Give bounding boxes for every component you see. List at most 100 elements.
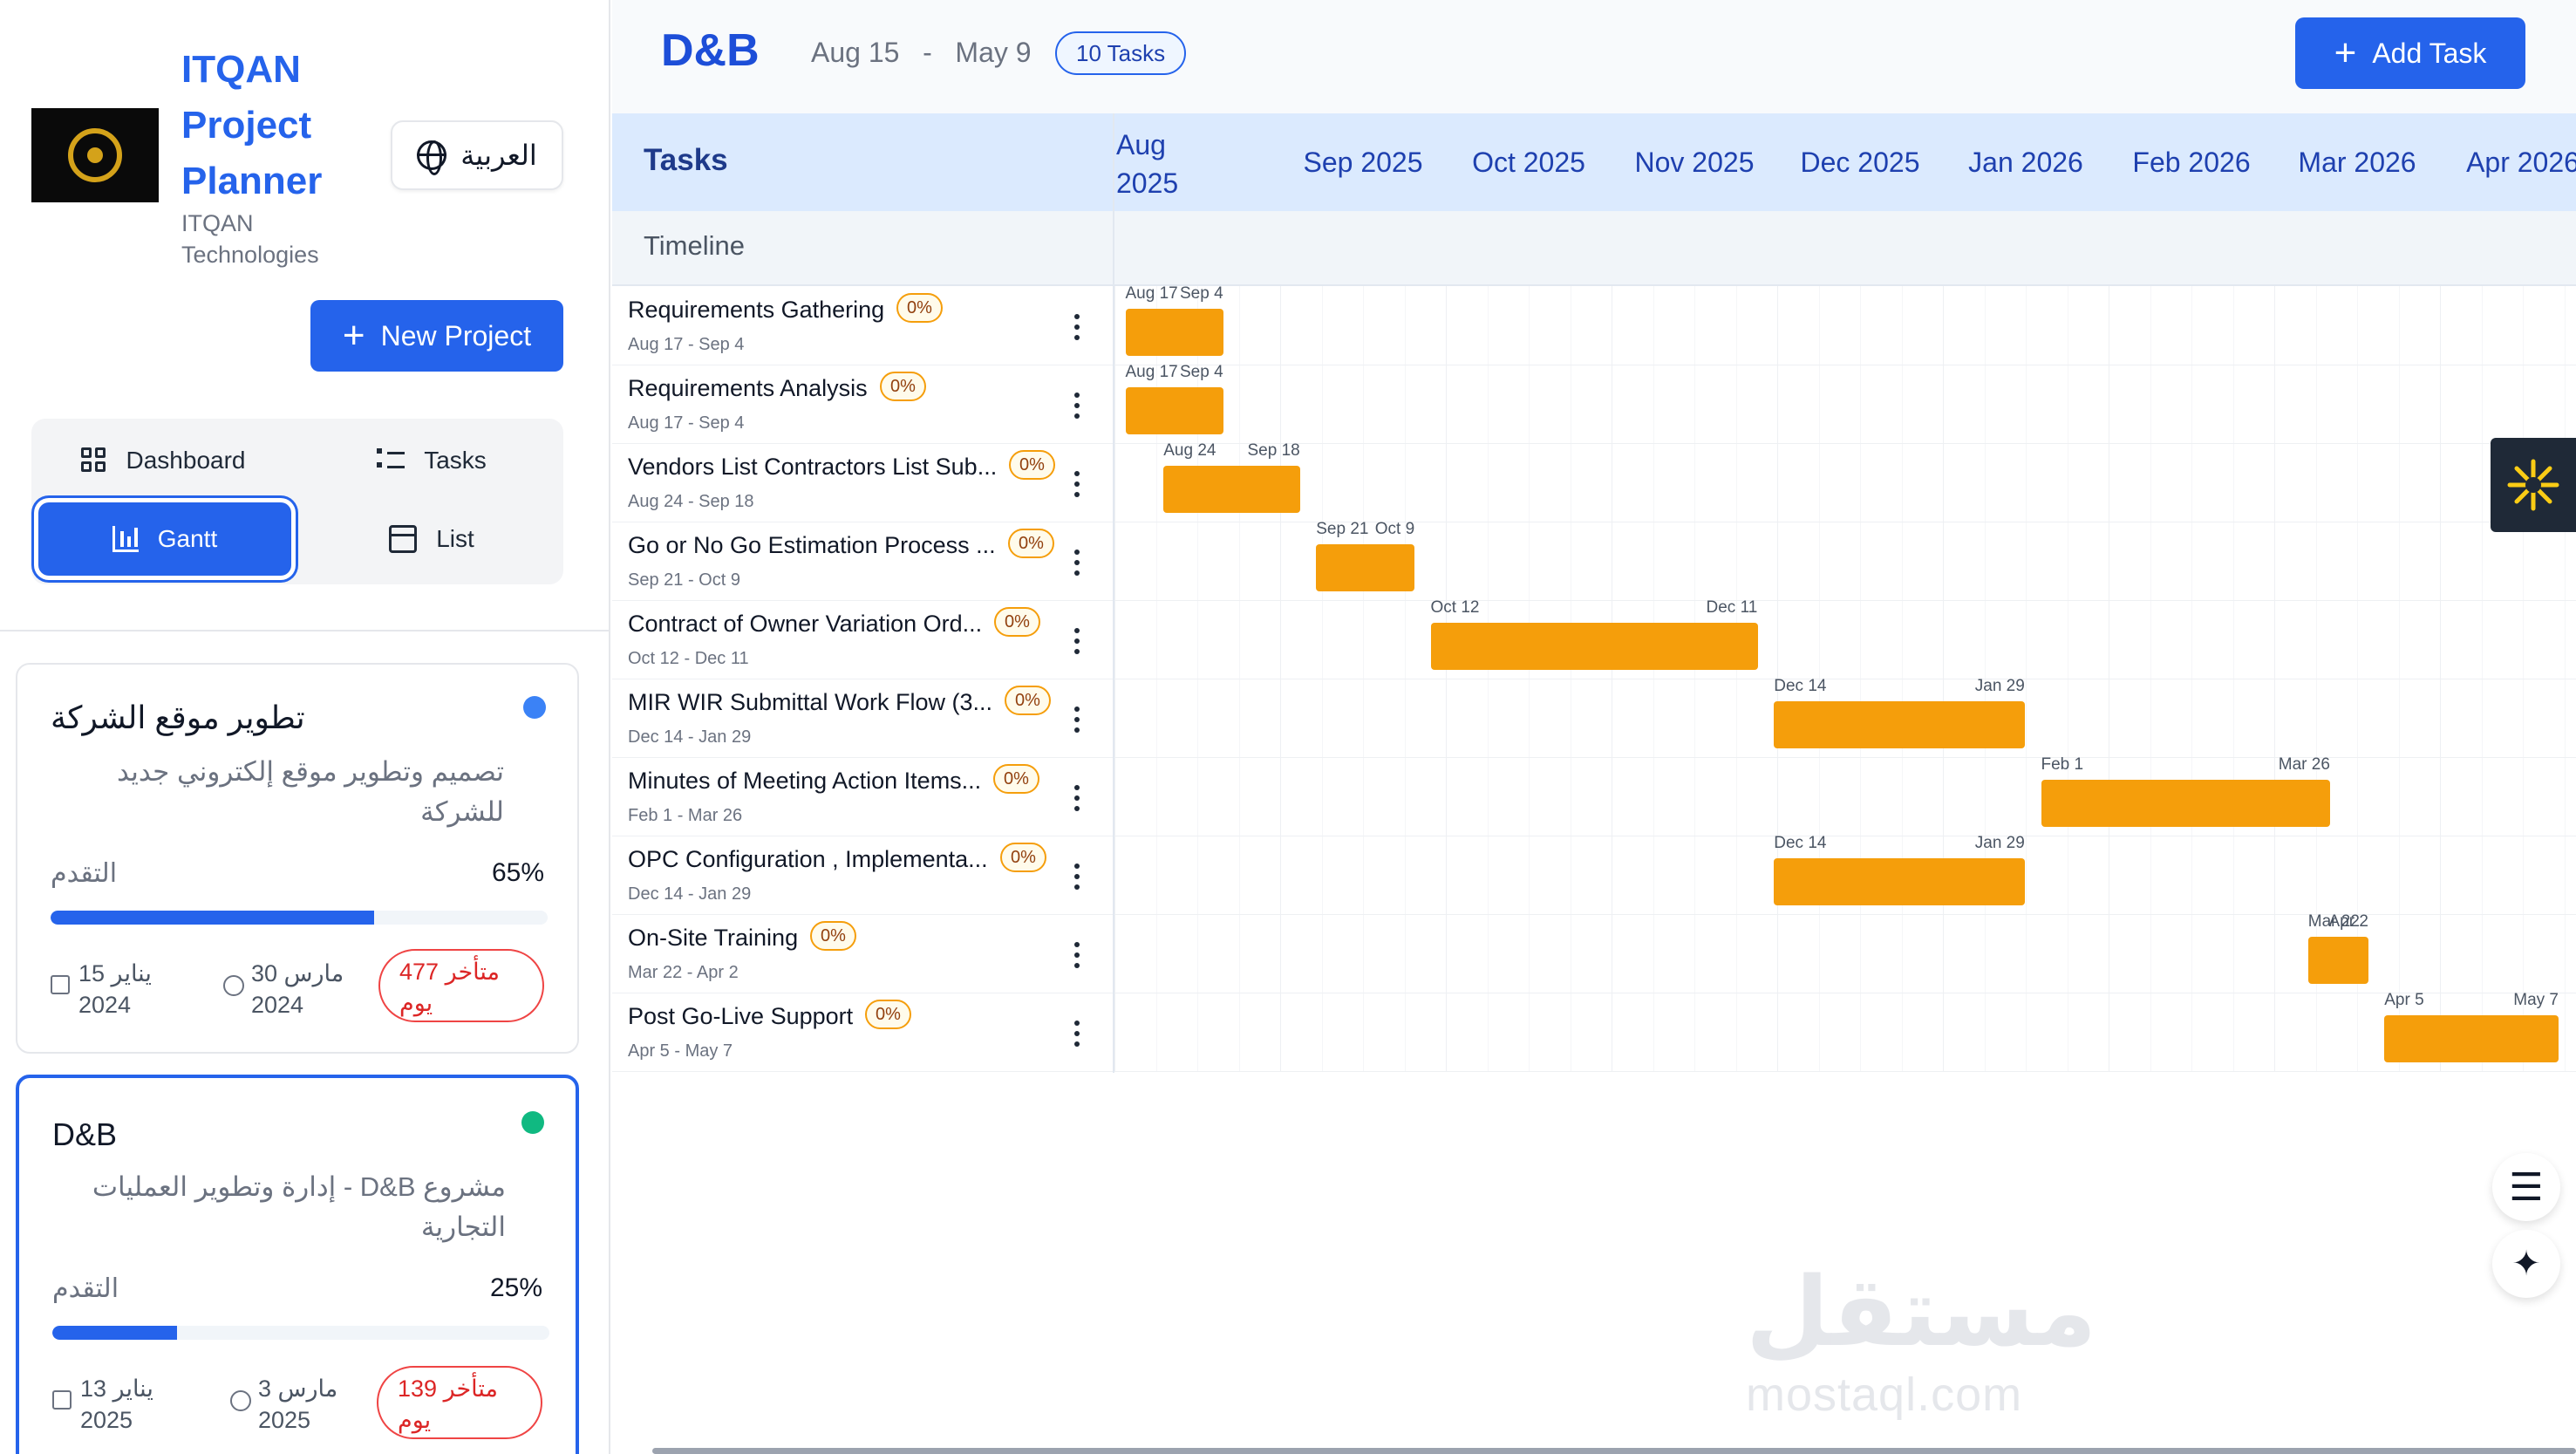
task-name: Vendors List Contractors List Sub... <box>628 454 998 480</box>
month-header: Aug 2025 <box>1116 129 1179 199</box>
horizontal-scrollbar[interactable] <box>652 1448 2576 1454</box>
task-bar[interactable] <box>1430 623 1758 670</box>
language-toggle-button[interactable]: العربية <box>391 120 563 190</box>
add-task-button[interactable]: + Add Task <box>2295 17 2525 89</box>
project-start-date: 13 يناير 2025 <box>80 1373 153 1436</box>
project-start-date: 15 يناير 2024 <box>78 958 152 1021</box>
overdue-line: يوم <box>398 1407 432 1433</box>
project-date-range: Aug 15 - May 9 <box>811 37 1032 68</box>
task-bar[interactable] <box>1125 387 1223 434</box>
clock-icon <box>230 1390 251 1411</box>
project-end-date: 3 مارس 2025 <box>258 1373 337 1436</box>
tasks-icon <box>377 448 405 473</box>
task-row[interactable]: On-Site Training 0% Mar 22 - Apr 2 <box>612 918 1113 996</box>
task-row[interactable]: MIR WIR Submittal Work Flow (3... 0% Dec 1… <box>612 682 1113 761</box>
overdue-badge: 477 متأخر يوم <box>378 949 544 1022</box>
task-row[interactable]: Minutes of Meeting Action Items... 0% Feb … <box>612 761 1113 839</box>
nav-dashboard-label: Dashboard <box>126 447 246 474</box>
task-progress-badge: 0% <box>993 764 1039 794</box>
nav-gantt-label: Gantt <box>157 525 218 552</box>
view-nav: Dashboard Tasks Gantt List <box>31 419 563 584</box>
quote-button[interactable]: ☰ <box>2492 1153 2560 1221</box>
progress-bar-fill <box>51 911 374 925</box>
ai-assist-button[interactable]: ✦ <box>2492 1230 2560 1298</box>
kebab-menu-icon[interactable] <box>1074 1021 1080 1047</box>
app-title-line: Project <box>181 104 312 147</box>
bar-end-label: Sep 4 <box>1180 363 1223 381</box>
bar-end-label: Mar 26 <box>2278 755 2330 774</box>
bar-end-label: May 7 <box>2513 991 2559 1009</box>
bar-start-label: Feb 1 <box>2041 755 2084 774</box>
task-bar[interactable] <box>2041 780 2330 827</box>
gantt-view: D&B Aug 15 - May 9 10 Tasks + Add Task T… <box>612 0 2576 1454</box>
column-divider <box>1113 113 1114 1073</box>
task-dates: Apr 5 - May 7 <box>628 1041 733 1061</box>
task-bar[interactable] <box>2307 937 2368 984</box>
task-bar[interactable] <box>2384 1015 2559 1062</box>
project-card[interactable]: تطوير موقع الشركة تصميم وتطوير موقع إلكت… <box>16 663 579 1054</box>
task-row[interactable]: Contract of Owner Variation Ord... 0% Oct … <box>612 604 1113 682</box>
globe-icon <box>417 140 447 175</box>
bar-start-label: Aug 17 <box>1125 284 1178 303</box>
task-count-badge: 10 Tasks <box>1055 31 1187 75</box>
task-dates: Feb 1 - Mar 26 <box>628 806 743 825</box>
task-bar[interactable] <box>1163 466 1300 513</box>
kebab-menu-icon[interactable] <box>1074 942 1080 968</box>
nav-list[interactable]: List <box>305 502 558 576</box>
kebab-menu-icon[interactable] <box>1074 550 1080 576</box>
tasks-column-header: Tasks <box>644 143 728 177</box>
task-row[interactable]: Requirements Analysis 0% Aug 17 - Sep 4 <box>612 368 1113 447</box>
bar-end-label: Sep 18 <box>1247 441 1300 460</box>
kebab-menu-icon[interactable] <box>1074 471 1080 497</box>
task-bar[interactable] <box>1316 544 1414 591</box>
bar-end-label: Jan 29 <box>1974 834 2025 852</box>
overdue-line: يوم <box>399 990 433 1016</box>
progress-value: 25% <box>489 1273 542 1302</box>
bar-end-label: Oct 9 <box>1374 520 1415 538</box>
task-progress-badge: 0% <box>994 607 1040 637</box>
task-row[interactable]: Requirements Gathering 0% Aug 17 - Sep 4 <box>612 290 1113 368</box>
project-title: D&B <box>52 1116 118 1152</box>
task-bar[interactable] <box>1774 701 2025 748</box>
timeline-label: Timeline <box>644 230 745 261</box>
nav-tasks[interactable]: Tasks <box>305 424 558 497</box>
task-dates: Sep 21 - Oct 9 <box>628 570 740 590</box>
task-bar[interactable] <box>1125 309 1223 356</box>
progress-value: 65% <box>491 858 544 887</box>
task-bar[interactable] <box>1774 858 2025 905</box>
nav-gantt[interactable]: Gantt <box>38 502 291 576</box>
task-row[interactable]: Vendors List Contractors List Sub... 0% Au… <box>612 447 1113 525</box>
plus-icon: + <box>2334 31 2357 74</box>
kebab-menu-icon[interactable] <box>1074 393 1080 419</box>
progress-label: التقدم <box>51 859 118 888</box>
kebab-menu-icon[interactable] <box>1074 314 1080 340</box>
bar-start-label: Aug 24 <box>1163 441 1216 460</box>
kebab-menu-icon[interactable] <box>1074 628 1080 654</box>
new-project-button[interactable]: + New Project <box>310 300 563 372</box>
task-dates: Aug 24 - Sep 18 <box>628 492 754 511</box>
gantt-header: Tasks Aug 2025 Sep 2025 Oct 2025 Nov 2025 De… <box>612 113 2576 211</box>
kebab-menu-icon[interactable] <box>1074 785 1080 811</box>
calendar-icon <box>51 975 70 994</box>
task-row[interactable]: Post Go-Live Support 0% Apr 5 - May 7 <box>612 996 1113 1075</box>
date-line: 2024 <box>78 992 132 1018</box>
month-header: Sep 2025 <box>1303 147 1423 178</box>
nav-tasks-label: Tasks <box>424 447 487 474</box>
task-dates: Dec 14 - Jan 29 <box>628 884 752 904</box>
task-row[interactable]: OPC Configuration , Implementa... 0% Dec 1… <box>612 839 1113 918</box>
nav-dashboard[interactable]: Dashboard <box>37 424 290 497</box>
project-card-selected[interactable]: D&B مشروع D&B - إدارة وتطوير العمليات ال… <box>16 1075 579 1454</box>
bar-start-label: Dec 14 <box>1774 677 1827 695</box>
month-header: Oct 2025 <box>1472 147 1585 178</box>
feedback-widget-button[interactable] <box>2491 438 2576 532</box>
app-title: ITQAN Project Planner <box>181 42 382 209</box>
kebab-menu-icon[interactable] <box>1074 707 1080 733</box>
timeline-row: Timeline <box>612 211 2576 286</box>
project-end-date: 30 مارس 2024 <box>251 958 344 1021</box>
calendar-icon <box>52 1390 72 1410</box>
task-progress-badge: 0% <box>880 372 926 401</box>
bar-start-label: Apr 5 <box>2384 991 2424 1009</box>
task-row[interactable]: Go or No Go Estimation Process ... 0% Sep … <box>612 525 1113 604</box>
kebab-menu-icon[interactable] <box>1074 864 1080 890</box>
month-header: Apr 2026 <box>2466 147 2576 178</box>
